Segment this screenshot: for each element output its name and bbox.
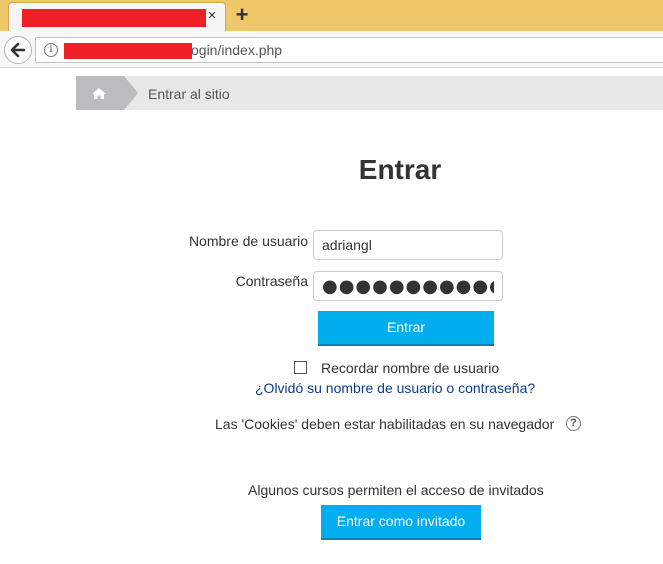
- username-label: Nombre de usuario: [188, 233, 308, 249]
- info-icon[interactable]: i: [44, 43, 58, 57]
- guest-access-notice: Algunos cursos permiten el acceso de inv…: [248, 482, 544, 498]
- breadcrumb-home[interactable]: [76, 76, 124, 110]
- url-text[interactable]: ogin/index.php: [191, 42, 282, 58]
- help-icon[interactable]: ?: [566, 416, 581, 431]
- browser-tab[interactable]: ×: [8, 2, 226, 31]
- guest-login-button[interactable]: Entrar como invitado: [321, 505, 481, 540]
- tab-title-redacted: [22, 9, 206, 27]
- username-field[interactable]: [313, 230, 503, 260]
- breadcrumb-separator: [124, 76, 138, 110]
- password-label: Contraseña: [235, 273, 308, 289]
- password-field[interactable]: [313, 271, 503, 301]
- browser-nav-bar: i ogin/index.php: [0, 31, 663, 68]
- new-tab-icon[interactable]: +: [231, 3, 253, 27]
- remember-username-label[interactable]: Recordar nombre de usuario: [321, 360, 499, 376]
- back-button[interactable]: [4, 36, 32, 64]
- cookies-notice: Las 'Cookies' deben estar habilitadas en…: [215, 416, 555, 432]
- login-button[interactable]: Entrar: [318, 311, 494, 346]
- remember-username-checkbox[interactable]: [294, 361, 307, 374]
- forgot-credentials-link[interactable]: ¿Olvidó su nombre de usuario o contraseñ…: [255, 380, 535, 396]
- tab-close-icon[interactable]: ×: [205, 7, 219, 25]
- page-title: Entrar: [358, 154, 442, 185]
- browser-tab-strip: × +: [0, 0, 663, 31]
- url-redacted: [64, 43, 192, 59]
- address-bar[interactable]: i ogin/index.php: [35, 37, 663, 63]
- back-arrow-icon: [10, 42, 26, 58]
- breadcrumb-current: Entrar al sitio: [148, 86, 230, 102]
- breadcrumb: Entrar al sitio: [76, 76, 663, 110]
- home-icon: [92, 88, 106, 99]
